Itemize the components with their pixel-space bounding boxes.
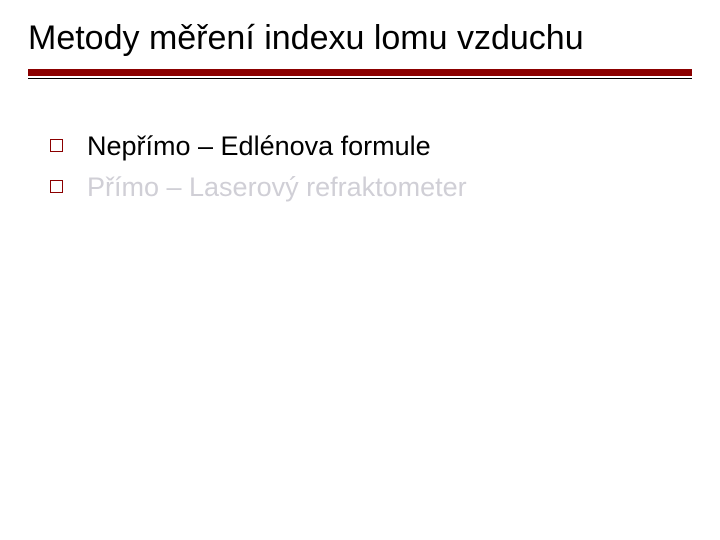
list-item: Nepřímo – Edlénova formule — [50, 129, 680, 164]
rule-red-bar — [28, 69, 692, 76]
title-block: Metody měření indexu lomu vzduchu — [0, 0, 720, 79]
slide-title: Metody měření indexu lomu vzduchu — [28, 18, 692, 59]
list-item-text: Nepřímo – Edlénova formule — [87, 129, 431, 164]
list-item: Přímo – Laserový refraktometer — [50, 170, 680, 205]
list-item-text-faded: Přímo – Laserový refraktometer — [87, 170, 467, 205]
content-area: Nepřímo – Edlénova formule Přímo – Laser… — [0, 79, 720, 205]
square-bullet-icon — [50, 139, 63, 152]
square-bullet-icon — [50, 180, 63, 193]
slide: Metody měření indexu lomu vzduchu Nepřím… — [0, 0, 720, 540]
title-rule — [28, 69, 692, 79]
